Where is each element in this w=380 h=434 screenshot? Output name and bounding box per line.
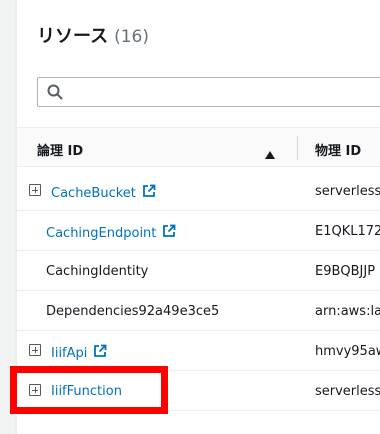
physical-id-cell: E1QKL172 (315, 224, 380, 239)
table-row: Dependencies92a49e3ce5 arn:aws:lan (17, 291, 380, 331)
expand-icon[interactable] (29, 344, 41, 356)
expand-icon[interactable] (29, 184, 41, 196)
table-row: CacheBucket serverlessr (17, 171, 380, 211)
resource-link[interactable]: CachingEndpoint (46, 226, 156, 241)
column-divider[interactable] (297, 136, 298, 160)
panel-title: リソース (37, 26, 109, 47)
resource-link[interactable]: IiifApi (51, 346, 87, 361)
resource-link[interactable]: CacheBucket (51, 186, 136, 201)
resource-table-body: CacheBucket serverlessr CachingEndpoint … (17, 171, 380, 411)
resources-header: リソース (16) (37, 22, 149, 48)
table-row: CachingEndpoint E1QKL172 (17, 211, 380, 251)
search-box[interactable] (37, 77, 380, 107)
resources-panel: リソース (16) 論理 ID 物理 ID CacheBucket server… (16, 0, 380, 434)
physical-id-cell: serverlessr (315, 384, 380, 399)
column-header-logical-id[interactable]: 論理 ID (37, 140, 83, 159)
table-row: IiifApi hmvy95aw (17, 331, 380, 371)
table-row: CachingIdentity E9BQBJJP (17, 251, 380, 291)
physical-id-cell: hmvy95aw (315, 344, 380, 359)
resource-name: CachingIdentity (46, 264, 149, 279)
resource-count: (16) (114, 27, 150, 47)
external-link-icon[interactable] (142, 184, 156, 202)
resource-name: Dependencies92a49e3ce5 (46, 304, 220, 319)
physical-id-cell: E9BQBJJP (315, 264, 376, 279)
expand-icon[interactable] (29, 384, 41, 396)
external-link-icon[interactable] (162, 224, 176, 242)
search-input[interactable] (72, 81, 372, 103)
sort-ascending-icon[interactable] (265, 144, 275, 163)
search-icon (47, 84, 63, 104)
physical-id-cell: arn:aws:lan (315, 304, 380, 319)
column-header-physical-id[interactable]: 物理 ID (315, 140, 361, 159)
table-row: IiifFunction serverlessr (17, 371, 380, 411)
external-link-icon[interactable] (93, 344, 107, 362)
table-header: 論理 ID 物理 ID (17, 127, 380, 167)
resource-link[interactable]: IiifFunction (51, 384, 122, 399)
physical-id-cell: serverlessr (315, 184, 380, 199)
